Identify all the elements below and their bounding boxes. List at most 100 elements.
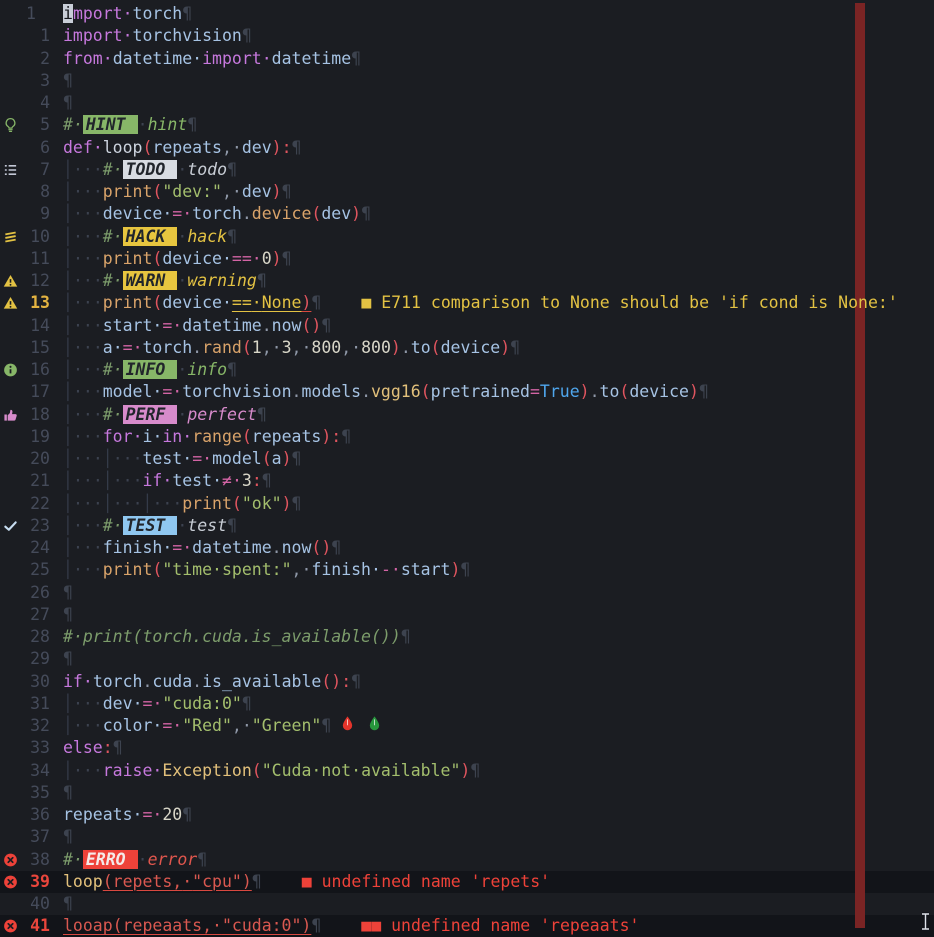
code-line[interactable]: 19 │···for·i·in·range(repeats):¶ [0, 426, 934, 448]
code-text[interactable]: ¶ [63, 826, 934, 848]
code-line[interactable]: 16│···#·INFO·info¶ [0, 359, 934, 381]
line-number[interactable]: 40 [0, 893, 50, 915]
line-number[interactable]: 35 [0, 782, 50, 804]
code-text[interactable]: def·loop(repeats,·dev):¶ [63, 137, 934, 159]
code-line[interactable]: 25 │···print("time·spent:",·finish·-·star… [0, 559, 934, 581]
line-number[interactable]: 28 [0, 626, 50, 648]
code-line[interactable]: 10│···#·HACK·hack¶ [0, 226, 934, 248]
code-text[interactable]: #·ERRO·error¶ [63, 849, 934, 871]
code-line[interactable]: 9 │···device·=·torch.device(dev)¶ [0, 203, 934, 225]
line-number[interactable]: 27 [0, 604, 50, 626]
line-number[interactable]: 17 [0, 381, 50, 403]
code-text[interactable]: │···#·TEST·test¶ [63, 515, 934, 537]
line-number[interactable]: 3 [0, 70, 50, 92]
code-text[interactable]: │···│···test·=·model(a)¶ [63, 448, 934, 470]
code-text[interactable]: │···print(device·==·0)¶ [63, 248, 934, 270]
line-number[interactable]: 14 [0, 315, 50, 337]
code-line[interactable]: 32 │···color·=·"Red",·"Green"¶ [0, 715, 934, 737]
code-text[interactable]: │···#·PERF·perfect¶ [63, 404, 934, 426]
code-line[interactable]: 28 #·print(torch.cuda.is_available())¶ [0, 626, 934, 648]
code-text[interactable]: │···#·HACK·hack¶ [63, 226, 934, 248]
code-text[interactable]: import·torchvision¶ [63, 25, 934, 47]
code-line[interactable]: 40 ¶ [0, 893, 934, 915]
line-number[interactable]: 25 [0, 559, 50, 581]
code-text[interactable]: │···finish·=·datetime.now()¶ [63, 537, 934, 559]
code-line[interactable]: 31│···dev·=·"cuda:0"¶ [0, 693, 934, 715]
code-text[interactable]: ¶ [63, 782, 934, 804]
line-number[interactable]: 9 [0, 203, 50, 225]
code-text[interactable]: │···raise·Exception("Cuda·not·available"… [63, 760, 934, 782]
code-line[interactable]: 21 │···│···if·test·≠·3:¶ [0, 470, 934, 492]
code-text[interactable]: loop(repets,·"cpu")¶■ undefined name 're… [63, 871, 934, 893]
code-line[interactable]: 4¶ [0, 92, 934, 114]
line-number[interactable]: 31 [0, 693, 50, 715]
code-text[interactable]: │···a·=·torch.rand(1,·3,·800,·800).to(de… [63, 337, 934, 359]
code-text[interactable]: ¶ [63, 582, 934, 604]
line-number[interactable]: 15 [0, 337, 50, 359]
code-line[interactable]: 41looap(repeaats,·"cuda:0")¶■■ undefined… [0, 915, 934, 937]
code-line[interactable]: 1 import·torchvision¶ [0, 25, 934, 47]
code-text[interactable]: │···start·=·datetime.now()¶ [63, 315, 934, 337]
code-text[interactable]: │···device·=·torch.device(dev)¶ [63, 203, 934, 225]
line-number[interactable]: 24 [0, 537, 50, 559]
code-line[interactable]: 5#·HINT·hint¶ [0, 114, 934, 136]
code-line[interactable]: 6 def·loop(repeats,·dev):¶ [0, 137, 934, 159]
code-line[interactable]: 30 if·torch.cuda.is_available():¶ [0, 671, 934, 693]
line-number[interactable]: 32 [0, 715, 50, 737]
line-number[interactable]: 30 [0, 671, 50, 693]
code-editor[interactable]: 1 import·torch¶1 import·torchvision¶2 from·… [0, 0, 934, 937]
line-number[interactable]: 8 [0, 181, 50, 203]
code-line[interactable]: 24 │···finish·=·datetime.now()¶ [0, 537, 934, 559]
code-text[interactable]: #·HINT·hint¶ [63, 114, 934, 136]
code-line[interactable]: 26 ¶ [0, 582, 934, 604]
code-text[interactable]: #·print(torch.cuda.is_available())¶ [63, 626, 934, 648]
code-text[interactable]: │···#·INFO·info¶ [63, 359, 934, 381]
code-text[interactable]: │···for·i·in·range(repeats):¶ [63, 426, 934, 448]
code-text[interactable]: ¶ [63, 604, 934, 626]
code-text[interactable]: looap(repeaats,·"cuda:0")¶■■ undefined n… [63, 915, 934, 937]
code-text[interactable]: ¶ [63, 92, 934, 114]
code-text[interactable]: │···#·WARN·warning¶ [63, 270, 934, 292]
line-number[interactable]: 34 [0, 760, 50, 782]
code-text[interactable]: │···model·=·torchvision.models.vgg16(pre… [63, 381, 934, 403]
code-text[interactable]: ¶ [63, 893, 934, 915]
line-number[interactable]: 11 [0, 248, 50, 270]
line-number[interactable]: 20 [0, 448, 50, 470]
code-line[interactable]: 7│···#·TODO·todo¶ [0, 159, 934, 181]
code-line[interactable]: 3¶ [0, 70, 934, 92]
line-number[interactable]: 1 [0, 25, 50, 47]
code-line[interactable]: 2 from·datetime·import·datetime¶ [0, 48, 934, 70]
code-line[interactable]: 8│···print("dev:",·dev)¶ [0, 181, 934, 203]
code-text[interactable]: repeats·=·20¶ [63, 804, 934, 826]
code-line[interactable]: 34 │···raise·Exception("Cuda·not·availabl… [0, 760, 934, 782]
line-number[interactable]: 2 [0, 48, 50, 70]
line-number[interactable]: 6 [0, 137, 50, 159]
code-text[interactable]: if·torch.cuda.is_available():¶ [63, 671, 934, 693]
code-text[interactable]: import·torch¶ [63, 3, 934, 25]
line-number[interactable]: 37 [0, 826, 50, 848]
line-number[interactable]: 22 [0, 493, 50, 515]
code-line[interactable]: 18│···#·PERF·perfect¶ [0, 404, 934, 426]
line-number[interactable]: 19 [0, 426, 50, 448]
line-number[interactable]: 26 [0, 582, 50, 604]
line-number[interactable]: 21 [0, 470, 50, 492]
code-line[interactable]: 39loop(repets,·"cpu")¶■ undefined name '… [0, 871, 934, 893]
code-line[interactable]: 15 │···a·=·torch.rand(1,·3,·800,·800).to(… [0, 337, 934, 359]
code-text[interactable]: from·datetime·import·datetime¶ [63, 48, 934, 70]
code-line[interactable]: 33else:¶ [0, 737, 934, 759]
code-line[interactable]: 27 ¶ [0, 604, 934, 626]
code-line[interactable]: 37 ¶ [0, 826, 934, 848]
code-text[interactable]: │···│···if·test·≠·3:¶ [63, 470, 934, 492]
code-line[interactable]: 35 ¶ [0, 782, 934, 804]
code-text[interactable]: else:¶ [63, 737, 934, 759]
code-line[interactable]: 13│···print(device·==·None)¶■ E711 compa… [0, 292, 934, 314]
code-text[interactable]: │···#·TODO·todo¶ [63, 159, 934, 181]
code-line[interactable]: 36repeats·=·20¶ [0, 804, 934, 826]
code-text[interactable]: │···print(device·==·None)¶■ E711 compari… [63, 292, 934, 314]
code-line[interactable]: 20 │···│···test·=·model(a)¶ [0, 448, 934, 470]
code-text[interactable]: │···color·=·"Red",·"Green"¶ [63, 715, 934, 737]
line-number[interactable]: 29 [0, 648, 50, 670]
code-text[interactable]: ¶ [63, 70, 934, 92]
code-text[interactable]: │···│···│···print("ok")¶ [63, 493, 934, 515]
code-text[interactable]: │···print("time·spent:",·finish·-·start)… [63, 559, 934, 581]
